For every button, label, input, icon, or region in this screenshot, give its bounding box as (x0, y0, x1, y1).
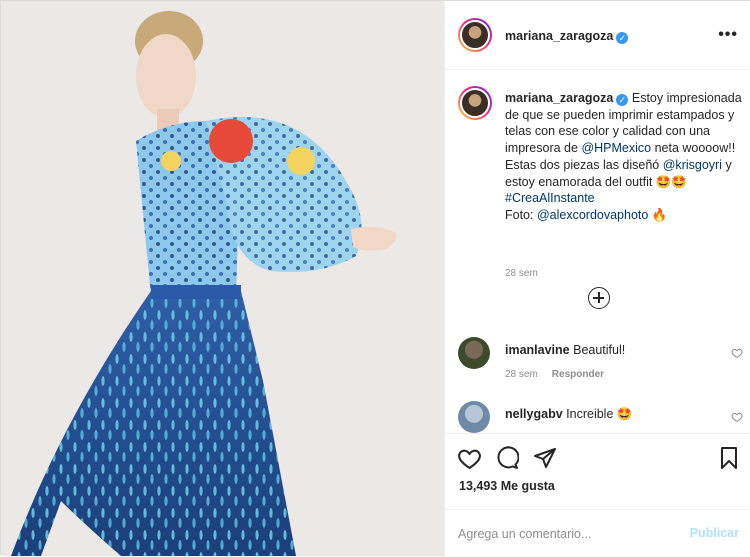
author-username-row: mariana_zaragoza ✓ (505, 29, 629, 44)
author-avatar[interactable] (458, 18, 492, 52)
caption-text: mariana_zaragoza ✓ Estoy impresionada de … (505, 90, 745, 224)
comment-body: Beautiful! (573, 343, 626, 357)
mention-link[interactable]: @HPMexico (581, 141, 651, 155)
commenter-avatar[interactable] (458, 401, 490, 433)
mention-link[interactable]: @krisgoyri (663, 158, 722, 172)
emoji: 🤩🤩 (655, 174, 687, 189)
hashtag-link[interactable]: #CreaAlInstante (505, 191, 595, 205)
comment-input[interactable] (458, 525, 668, 543)
caption-avatar[interactable] (458, 86, 492, 120)
more-options-icon[interactable]: ••• (718, 26, 738, 44)
caption-segment: Foto: (505, 207, 537, 222)
commenter-username[interactable]: imanlavine (505, 343, 570, 357)
post-photo[interactable] (1, 1, 444, 556)
post-header: mariana_zaragoza ✓ ••• (445, 1, 750, 70)
verified-badge-icon: ✓ (616, 32, 629, 44)
load-more-comments-icon[interactable] (588, 287, 610, 309)
mention-link[interactable]: @alexcordovaphoto (537, 208, 648, 222)
comment-meta: 28 sem Responder (505, 369, 618, 380)
bookmark-icon[interactable] (717, 446, 741, 470)
verified-badge-icon: ✓ (616, 94, 629, 106)
add-comment-bar: Publicar (445, 509, 750, 557)
post-actions: 13,493 Me gusta Publicar (445, 433, 750, 556)
emoji: 🔥 (648, 207, 668, 222)
comment-text: nellygabv Increible 🤩 (505, 407, 632, 422)
author-username[interactable]: mariana_zaragoza (505, 29, 613, 43)
caption-timestamp[interactable]: 28 sem (505, 268, 538, 279)
heart-icon[interactable] (731, 411, 743, 423)
fashion-photo-illustration (1, 1, 444, 556)
share-icon[interactable] (533, 446, 557, 470)
comment-icon[interactable] (495, 446, 519, 470)
comment-body: Increible 🤩 (566, 407, 633, 421)
comment-text: imanlavine Beautiful! (505, 343, 625, 357)
heart-icon[interactable] (731, 347, 743, 359)
reply-button[interactable]: Responder (552, 369, 604, 380)
comments-list[interactable]: mariana_zaragoza ✓ Estoy impresionada de … (445, 71, 750, 433)
post-sidebar: mariana_zaragoza ✓ ••• mariana_zaragoza ✓ … (444, 1, 750, 556)
comment-timestamp[interactable]: 28 sem (505, 369, 538, 380)
action-icons (457, 446, 742, 472)
caption-username[interactable]: mariana_zaragoza (505, 91, 613, 105)
instagram-post: mariana_zaragoza ✓ ••• mariana_zaragoza ✓ … (0, 0, 750, 556)
commenter-username[interactable]: nellygabv (505, 407, 563, 421)
heart-icon[interactable] (457, 446, 482, 471)
likes-count[interactable]: 13,493 Me gusta (459, 479, 555, 493)
commenter-avatar[interactable] (458, 337, 490, 369)
publish-button[interactable]: Publicar (690, 526, 739, 540)
